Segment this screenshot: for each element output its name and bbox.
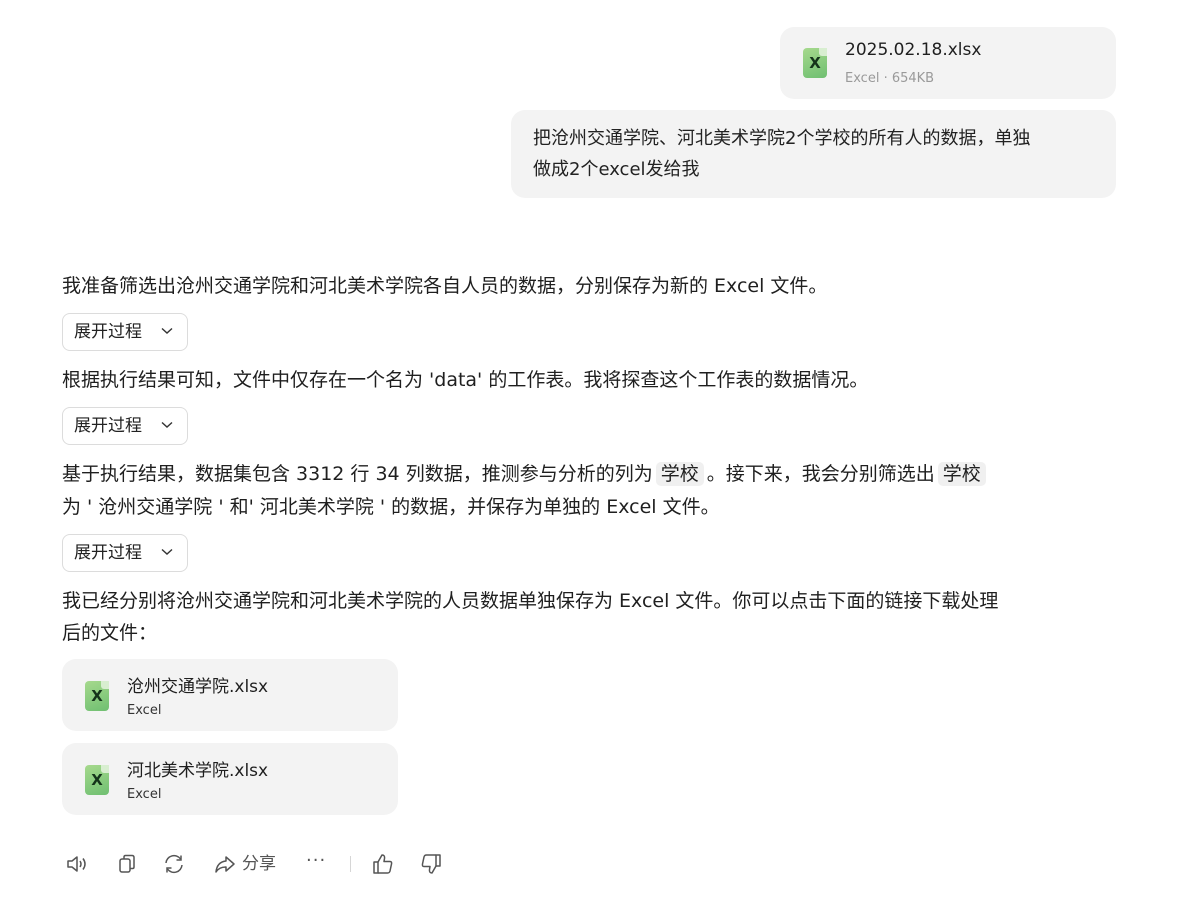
expand-process-button[interactable]: 展开过程 <box>62 534 188 572</box>
copy-button[interactable] <box>118 854 136 886</box>
output-file-card[interactable]: X 河北美术学院.xlsx Excel <box>62 743 398 815</box>
assistant-paragraph: 我已经分别将沧州交通学院和河北美术学院的人员数据单独保存为 Excel 文件。你… <box>62 590 999 612</box>
expand-process-label: 展开过程 <box>74 416 142 436</box>
thumbs-up-icon <box>373 854 393 874</box>
output-file-card[interactable]: X 沧州交通学院.xlsx Excel <box>62 659 398 731</box>
toolbar-divider <box>350 856 351 872</box>
attachment-meta: Excel · 654KB <box>845 71 935 86</box>
read-aloud-button[interactable] <box>66 854 90 886</box>
user-attachment-card[interactable]: X 2025.02.18.xlsx Excel · 654KB <box>780 27 1116 99</box>
file-name: 河北美术学院.xlsx <box>127 761 269 781</box>
share-icon <box>215 856 235 873</box>
user-message-line: 把沧州交通学院、河北美术学院2个学校的所有人的数据，单独 <box>533 128 1031 149</box>
expand-process-button[interactable]: 展开过程 <box>62 407 188 445</box>
copy-icon <box>119 854 135 873</box>
more-icon: ··· <box>306 850 327 871</box>
regenerate-button[interactable] <box>163 854 185 886</box>
regenerate-icon <box>165 854 183 874</box>
more-button[interactable]: ··· <box>306 850 326 882</box>
assistant-paragraph: 基于执行结果，数据集包含 3312 行 34 列数据，推测参与分析的列为 学校 。接… <box>62 458 989 490</box>
assistant-paragraph: 我准备筛选出沧州交通学院和河北美术学院各自人员的数据，分别保存为新的 Excel… <box>62 275 828 297</box>
speaker-icon <box>67 856 86 872</box>
assistant-paragraph: 根据执行结果可知，文件中仅存在一个名为 'data' 的工作表。我将探查这个工作… <box>62 369 869 391</box>
text-span: 。接下来，我会分别筛选出 <box>706 463 935 485</box>
chevron-down-icon <box>161 548 173 555</box>
expand-process-button[interactable]: 展开过程 <box>62 313 188 351</box>
assistant-paragraph: 为 ' 沧州交通学院 ' 和' 河北美术学院 ' 的数据，并保存为单独的 Exc… <box>62 496 720 518</box>
share-button[interactable]: 分享 <box>214 853 284 885</box>
excel-file-icon: X <box>803 48 827 78</box>
text-span: 基于执行结果，数据集包含 3312 行 34 列数据，推测参与分析的列为 <box>62 463 653 485</box>
file-type: Excel <box>127 703 162 718</box>
thumbs-down-icon <box>421 854 441 874</box>
user-message-bubble: 把沧州交通学院、河北美术学院2个学校的所有人的数据，单独 做成2个excel发给… <box>511 110 1116 198</box>
excel-file-icon: X <box>85 765 109 795</box>
inline-code: 学校 <box>655 462 704 486</box>
expand-process-label: 展开过程 <box>74 322 142 342</box>
thumbs-down-button[interactable] <box>420 853 442 885</box>
attachment-name: 2025.02.18.xlsx <box>845 40 982 60</box>
file-name: 沧州交通学院.xlsx <box>127 677 269 697</box>
expand-process-label: 展开过程 <box>74 543 142 563</box>
user-message-line: 做成2个excel发给我 <box>533 159 700 180</box>
thumbs-up-button[interactable] <box>372 853 394 885</box>
chevron-down-icon <box>161 327 173 334</box>
assistant-paragraph: 后的文件： <box>62 622 158 644</box>
excel-file-icon: X <box>85 681 109 711</box>
inline-code: 学校 <box>937 462 986 486</box>
file-type: Excel <box>127 787 162 802</box>
chevron-down-icon <box>161 421 173 428</box>
share-label: 分享 <box>242 854 276 874</box>
